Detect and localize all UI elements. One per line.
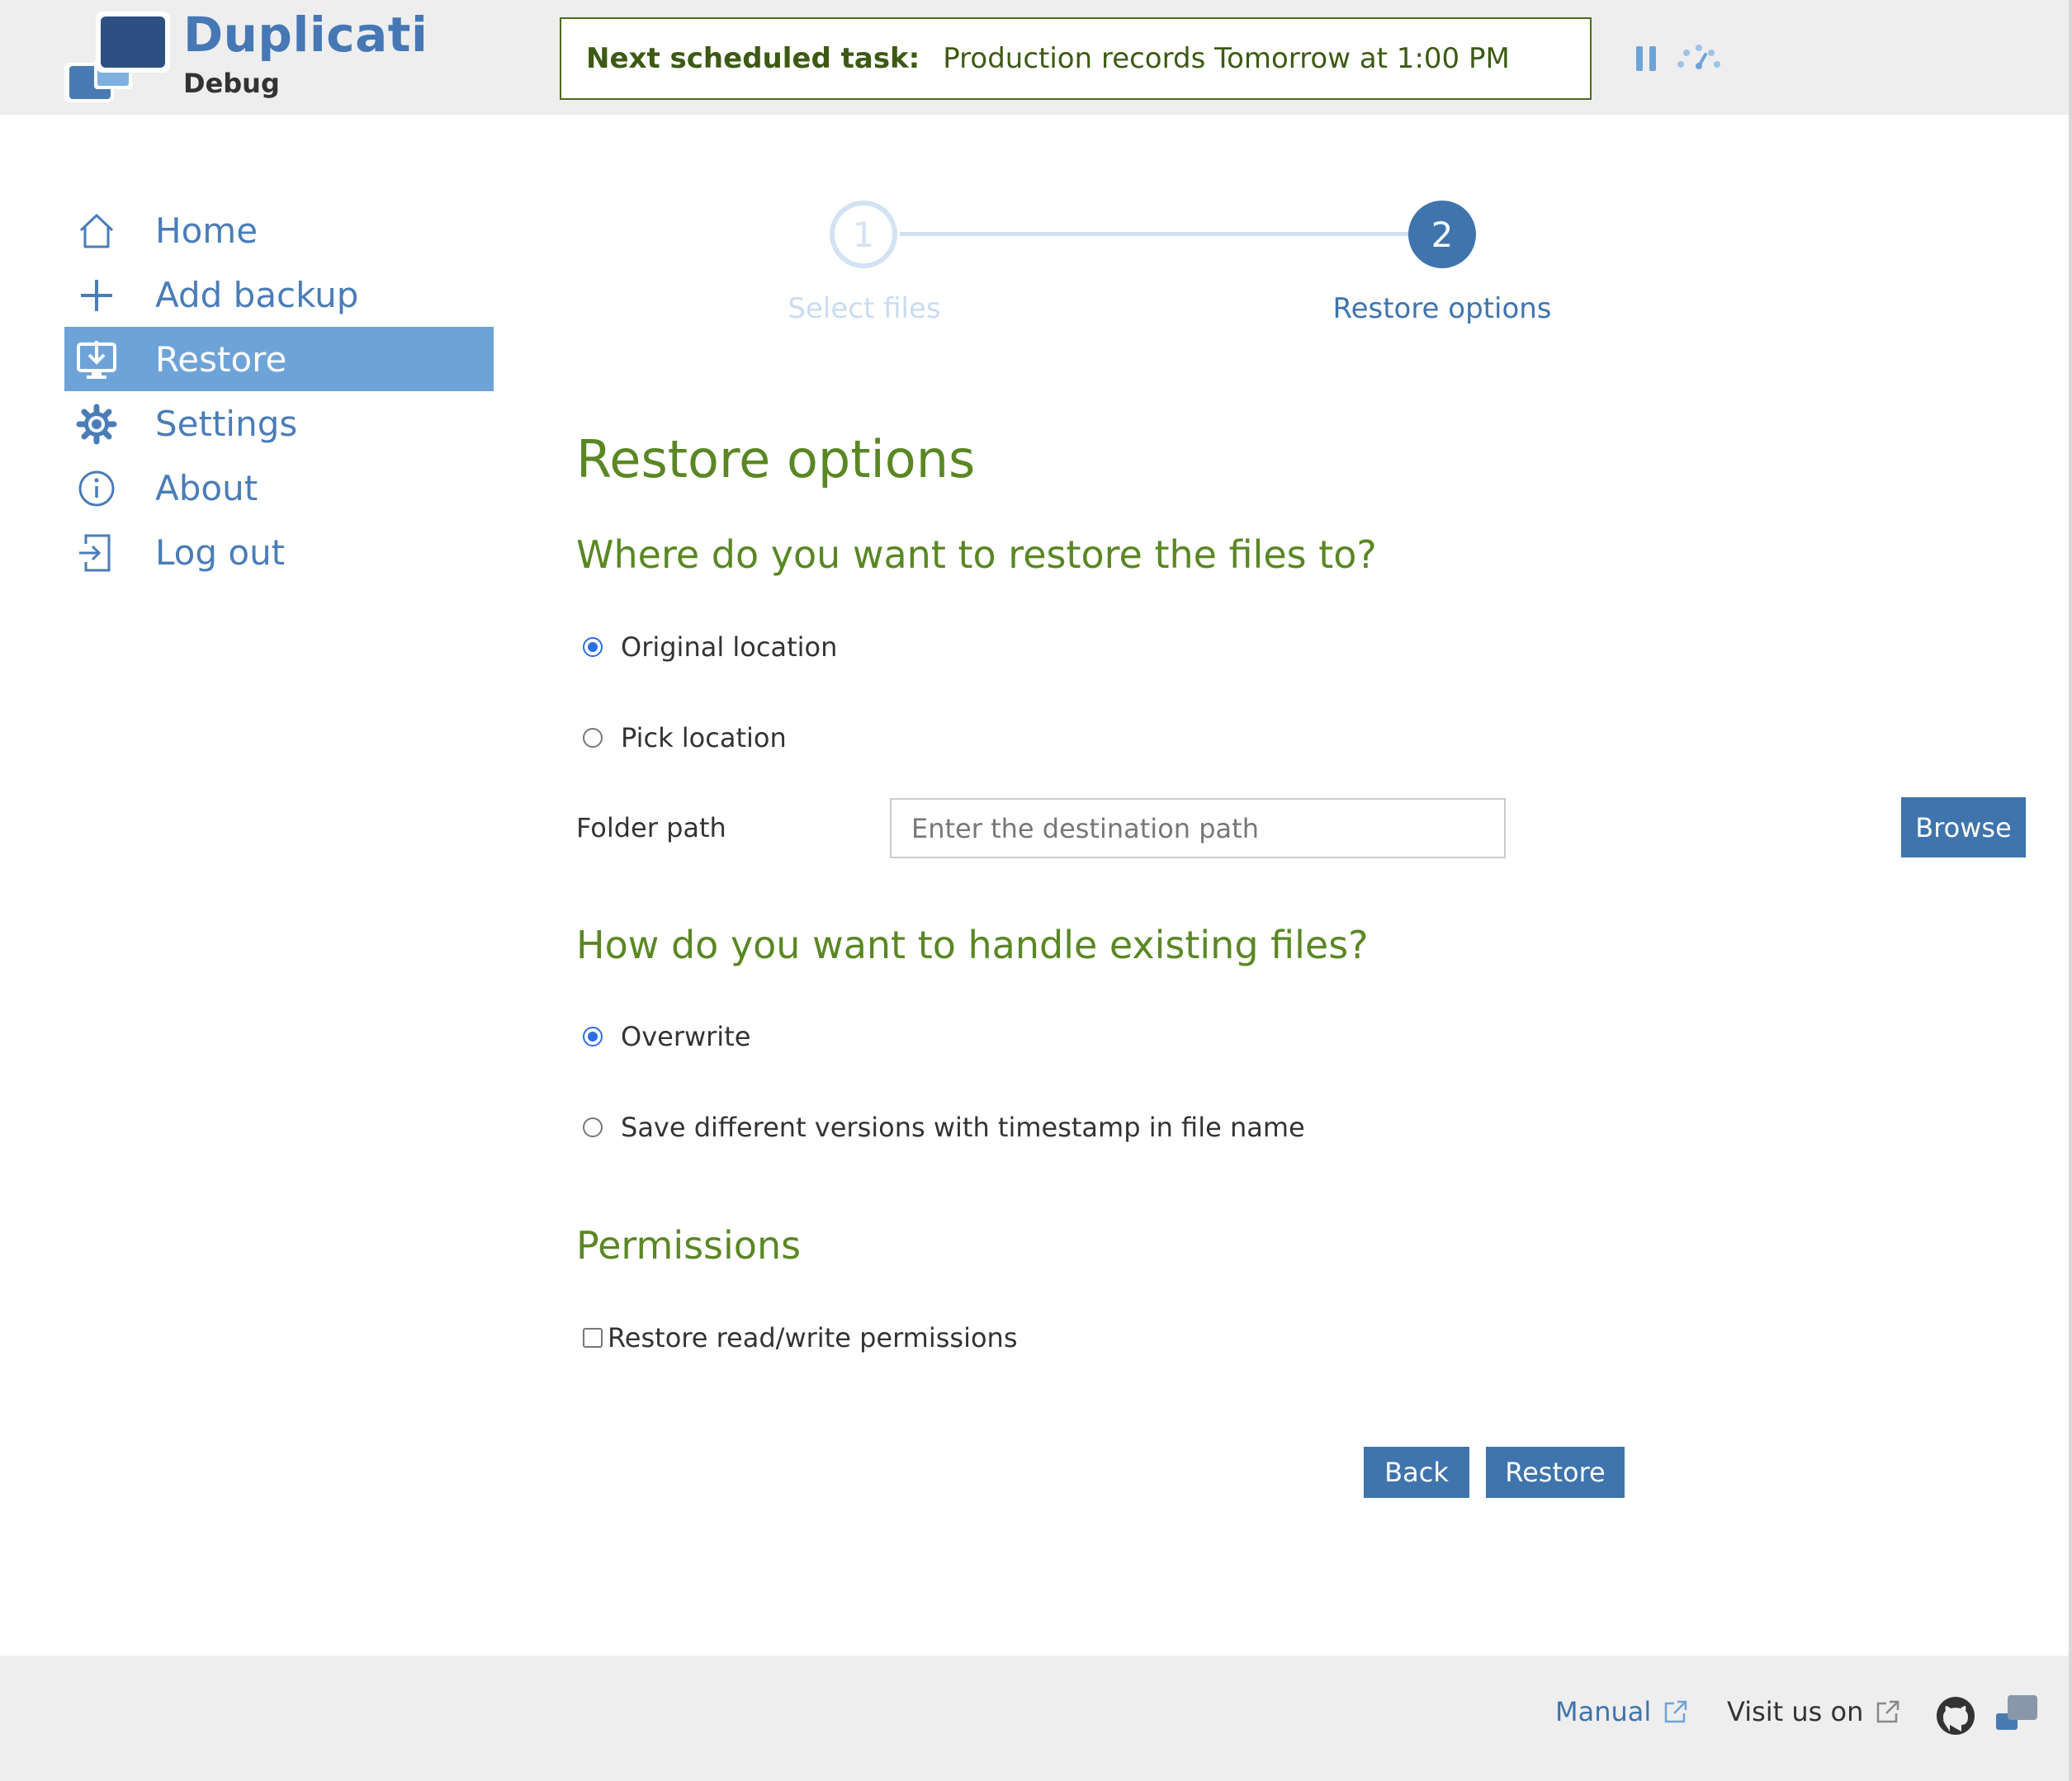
radio-label: Original location — [621, 631, 838, 663]
manual-link-label: Manual — [1555, 1696, 1652, 1727]
sidebar-item-label: Settings — [155, 403, 298, 444]
app-name: Duplicati — [183, 7, 428, 63]
radio-original-location[interactable]: Original location — [583, 631, 837, 663]
sidebar-nav: Home Add backup Restore Settings About L… — [64, 198, 494, 584]
logout-icon — [79, 534, 111, 572]
top-header: Duplicati Debug Next scheduled task: Pro… — [0, 0, 2072, 115]
back-button[interactable]: Back — [1364, 1447, 1469, 1498]
wizard-step-2-label: Restore options — [1332, 292, 1552, 325]
restore-permissions-checkbox[interactable] — [583, 1328, 603, 1348]
radio-label: Pick location — [621, 722, 787, 754]
radio-label: Overwrite — [621, 1021, 751, 1052]
checkbox-label: Restore read/write permissions — [608, 1322, 1018, 1353]
existing-files-heading: How do you want to handle existing files… — [576, 923, 1369, 967]
wizard-step-2-circle: 2 — [1408, 201, 1476, 268]
radio-button[interactable] — [583, 1117, 603, 1137]
manual-link[interactable]: Manual — [1555, 1696, 1689, 1727]
duplicati-logo-icon — [64, 12, 170, 102]
folder-path-input[interactable] — [890, 798, 1506, 858]
duplicati-forum-icon[interactable] — [1996, 1695, 2037, 1731]
radio-save-versions[interactable]: Save different versions with timestamp i… — [583, 1112, 1305, 1143]
radio-button[interactable] — [583, 637, 603, 657]
external-link-icon — [1877, 1700, 1899, 1723]
radio-pick-location[interactable]: Pick location — [583, 722, 787, 754]
sidebar-item-about[interactable]: About — [64, 456, 494, 520]
wizard-progress-line — [900, 232, 1412, 236]
sidebar-item-restore[interactable]: Restore — [64, 327, 494, 391]
sidebar-item-add-backup[interactable]: Add backup — [64, 262, 494, 327]
info-icon — [78, 470, 115, 507]
home-icon — [79, 214, 114, 248]
sidebar-item-settings[interactable]: Settings — [64, 391, 494, 456]
external-link-icon — [1665, 1700, 1687, 1723]
github-icon[interactable] — [1935, 1695, 1976, 1736]
restore-monitor-icon — [77, 341, 116, 379]
radio-button[interactable] — [583, 1027, 603, 1046]
folder-path-label: Folder path — [576, 812, 726, 843]
browse-button[interactable]: Browse — [1901, 797, 2026, 857]
next-task-text: Production records Tomorrow at 1:00 PM — [943, 42, 1510, 75]
visit-us-link[interactable]: Visit us on — [1727, 1696, 1901, 1727]
window-right-edge — [2069, 0, 2072, 1781]
next-task-label: Next scheduled task: — [586, 42, 920, 75]
restore-location-heading: Where do you want to restore the files t… — [576, 532, 1377, 577]
gear-icon — [76, 404, 117, 445]
sidebar-item-label: Log out — [155, 531, 286, 573]
wizard-step-1-label[interactable]: Select files — [699, 292, 1029, 325]
app-subtitle: Debug — [183, 68, 280, 99]
sidebar-item-label: About — [155, 467, 258, 508]
sidebar-item-logout[interactable]: Log out — [64, 520, 494, 584]
pause-icon[interactable] — [1634, 45, 1659, 73]
radio-overwrite[interactable]: Overwrite — [583, 1021, 750, 1052]
radio-label: Save different versions with timestamp i… — [621, 1112, 1305, 1143]
restore-button[interactable]: Restore — [1486, 1447, 1625, 1498]
radio-button[interactable] — [583, 728, 603, 748]
sidebar-item-label: Add backup — [155, 274, 359, 315]
next-task-banner: Next scheduled task: Production records … — [560, 17, 1592, 100]
permissions-heading: Permissions — [576, 1223, 802, 1268]
plus-icon — [81, 280, 112, 311]
visit-us-label: Visit us on — [1727, 1696, 1864, 1727]
wizard-step-1-circle[interactable]: 1 — [830, 201, 897, 268]
throttle-speed-icon[interactable] — [1676, 43, 1722, 73]
sidebar-item-home[interactable]: Home — [64, 198, 494, 262]
sidebar-item-label: Home — [155, 210, 258, 251]
page-title: Restore options — [576, 429, 976, 489]
sidebar-item-label: Restore — [155, 338, 287, 380]
restore-permissions-option[interactable]: Restore read/write permissions — [583, 1322, 1017, 1353]
